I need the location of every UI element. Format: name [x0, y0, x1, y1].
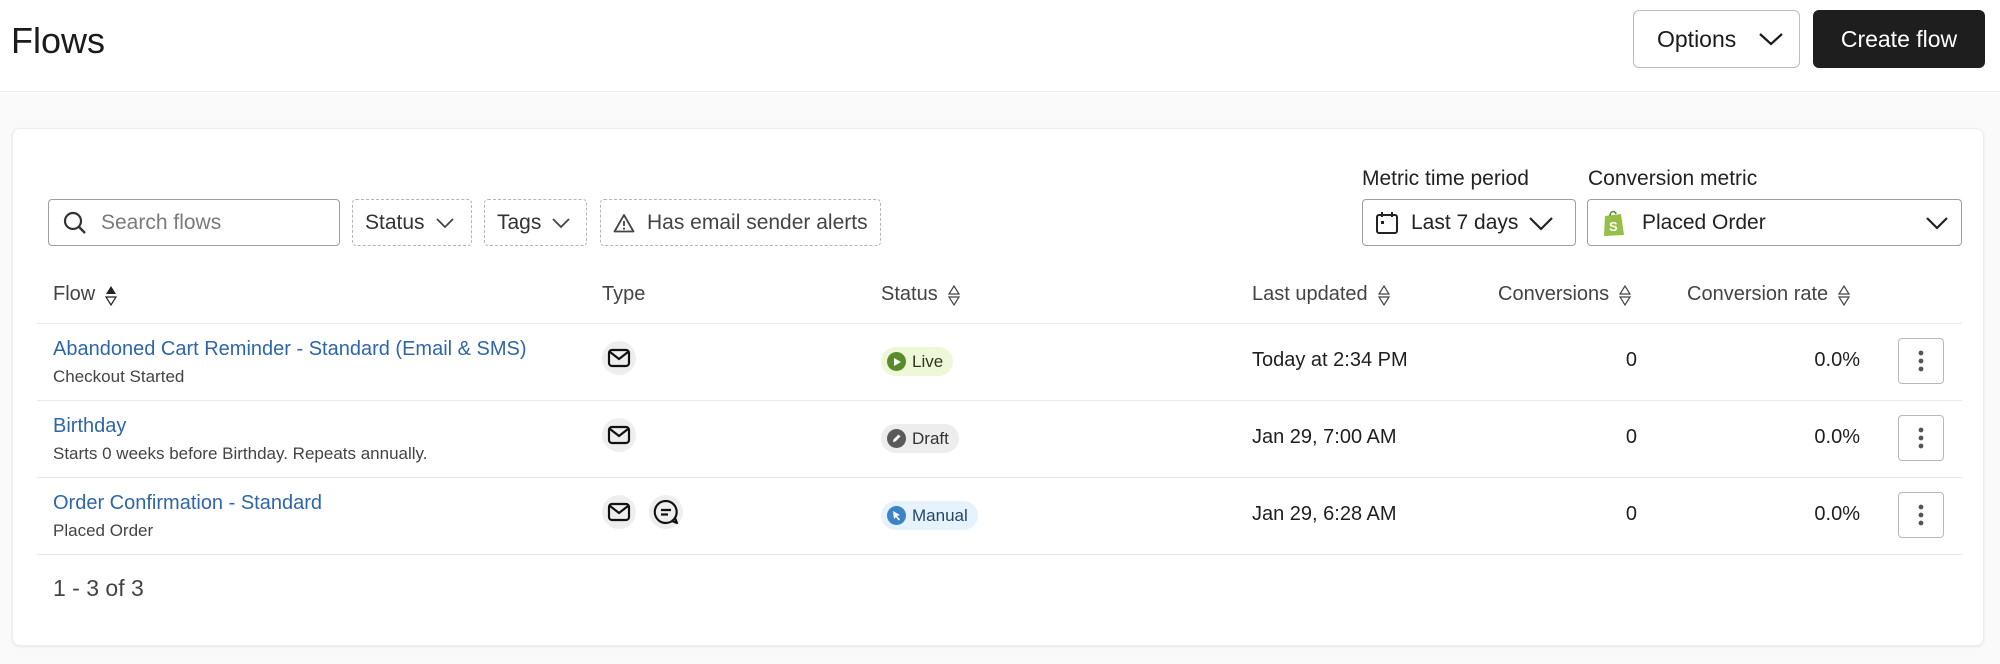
status-filter-label: Status [365, 210, 425, 234]
conversions: 0 [1625, 426, 1637, 448]
sms-icon [649, 495, 683, 529]
search-input[interactable] [101, 210, 321, 235]
flow-trigger: Checkout Started [53, 367, 185, 386]
table-row: Order Confirmation - Standard Placed Ord… [13, 478, 1985, 554]
divider [37, 554, 1962, 555]
column-header-label: Conversion rate [1687, 283, 1829, 305]
search-icon [63, 211, 86, 234]
calendar-icon [1376, 211, 1398, 234]
table-row: Abandoned Cart Reminder - Standard (Emai… [13, 324, 1985, 400]
flows-card: Status Tags Has email sender alerts Metr… [12, 128, 1984, 646]
last-updated: Today at 2:34 PM [1252, 349, 1408, 371]
last-updated: Jan 29, 6:28 AM [1252, 503, 1397, 525]
flow-trigger: Starts 0 weeks before Birthday. Repeats … [53, 444, 428, 463]
flow-name-link[interactable]: Abandoned Cart Reminder - Standard (Emai… [53, 338, 527, 361]
conversion-rate: 0.0% [1814, 349, 1860, 371]
column-header-label: Flow [53, 283, 96, 305]
column-header-label: Conversions [1498, 283, 1610, 305]
conversion-rate: 0.0% [1814, 426, 1860, 448]
svg-text:S: S [1609, 219, 1618, 234]
column-header-label: Status [881, 283, 938, 305]
row-actions-button[interactable] [1898, 338, 1944, 384]
conversion-metric-select[interactable]: S Placed Order [1587, 199, 1962, 246]
column-header-label: Type [602, 283, 646, 305]
email-sender-alerts-filter[interactable]: Has email sender alerts [600, 199, 881, 246]
last-updated: Jan 29, 7:00 AM [1252, 426, 1397, 448]
sort-icon [947, 284, 960, 306]
more-vertical-icon [1918, 427, 1924, 449]
conversions: 0 [1625, 349, 1637, 371]
status-badge: Draft [881, 424, 959, 453]
conversion-metric-value: Placed Order [1642, 210, 1766, 234]
status-badge-label: Draft [912, 428, 949, 448]
status-filter[interactable]: Status [352, 199, 472, 246]
status-badge-label: Live [912, 351, 944, 371]
row-actions-button[interactable] [1898, 415, 1944, 461]
tags-filter[interactable]: Tags [484, 199, 587, 246]
shopify-icon: S [1604, 210, 1624, 236]
chevron-down-icon [435, 217, 454, 228]
column-header-label: Last updated [1252, 283, 1368, 305]
page-title: Flows [11, 20, 106, 61]
flow-trigger: Placed Order [53, 521, 154, 540]
sort-ascending-icon [105, 285, 118, 306]
email-icon [602, 495, 636, 529]
row-actions-button[interactable] [1898, 492, 1944, 538]
pagination-summary: 1 - 3 of 3 [53, 575, 144, 601]
page-header: Flows Options Create flow [0, 0, 2000, 92]
pencil-icon [887, 429, 906, 448]
more-vertical-icon [1918, 504, 1924, 526]
options-label: Options [1657, 25, 1737, 52]
column-header-status[interactable]: Status [881, 283, 960, 306]
warning-icon [613, 213, 635, 232]
search-field[interactable] [48, 199, 340, 246]
conversion-rate: 0.0% [1814, 503, 1860, 525]
column-header-conversions[interactable]: Conversions [1498, 283, 1632, 306]
email-sender-alerts-label: Has email sender alerts [647, 210, 868, 234]
more-vertical-icon [1918, 350, 1924, 372]
conversion-metric-label: Conversion metric [1588, 167, 1758, 190]
sort-icon [1838, 284, 1851, 306]
create-flow-button[interactable]: Create flow [1813, 10, 1985, 68]
column-header-flow[interactable]: Flow [53, 283, 118, 306]
email-icon [602, 418, 636, 452]
time-period-value: Last 7 days [1411, 210, 1519, 234]
chevron-down-icon [1926, 217, 1948, 230]
options-button[interactable]: Options [1633, 10, 1800, 68]
cursor-icon [887, 506, 906, 525]
chevron-down-icon [1759, 33, 1783, 46]
status-badge-label: Manual [912, 505, 968, 525]
column-header-type: Type [602, 283, 645, 306]
status-badge: Live [881, 347, 954, 376]
tags-filter-label: Tags [497, 210, 542, 234]
table-row: Birthday Starts 0 weeks before Birthday.… [13, 401, 1985, 477]
metric-time-period-select[interactable]: Last 7 days [1362, 199, 1576, 246]
metric-time-period-label: Metric time period [1362, 167, 1529, 190]
sort-icon [1619, 284, 1632, 306]
sort-icon [1377, 284, 1390, 306]
email-icon [602, 341, 636, 375]
status-badge: Manual [881, 501, 978, 530]
conversions: 0 [1625, 503, 1637, 525]
play-icon [887, 352, 906, 371]
flow-name-link[interactable]: Order Confirmation - Standard [53, 492, 322, 515]
chevron-down-icon [552, 217, 570, 228]
chevron-down-icon [1529, 216, 1554, 231]
column-header-last-updated[interactable]: Last updated [1252, 283, 1390, 306]
column-header-conversion-rate[interactable]: Conversion rate [1687, 283, 1851, 306]
flow-name-link[interactable]: Birthday [53, 415, 126, 438]
